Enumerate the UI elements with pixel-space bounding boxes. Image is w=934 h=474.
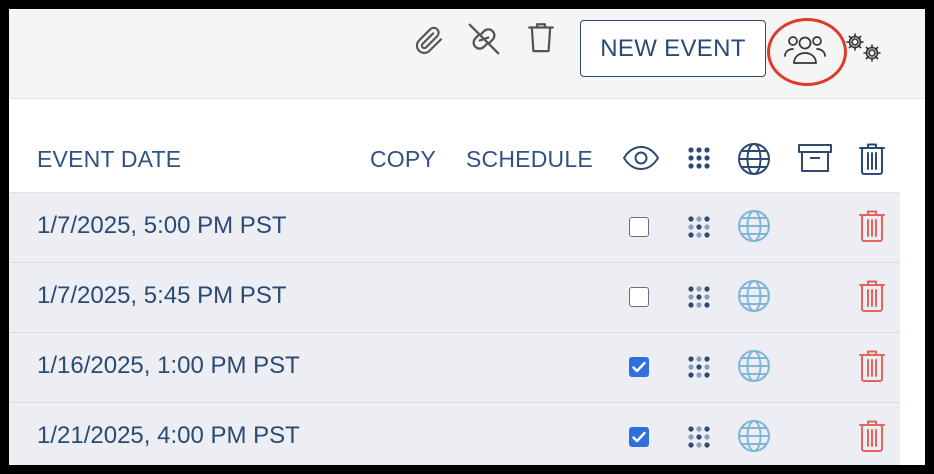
- schedule-checkbox[interactable]: [629, 357, 649, 377]
- paperclip-icon[interactable]: [413, 23, 445, 57]
- schedule-checkbox[interactable]: [629, 427, 649, 447]
- users-icon: [784, 36, 826, 64]
- app-window: NEW EVENT EVENT DATE COPY SCHEDULE 1/7/2…: [9, 9, 925, 465]
- events-table: EVENT DATE COPY SCHEDULE 1/7/2025, 5:00 …: [9, 99, 900, 465]
- delete-row-icon[interactable]: [858, 419, 886, 458]
- globe-icon[interactable]: [737, 209, 771, 248]
- drag-handle-icon[interactable]: [687, 425, 711, 454]
- table-row[interactable]: 1/21/2025, 4:00 PM PST: [9, 403, 900, 465]
- settings-icon[interactable]: [844, 31, 884, 65]
- drag-handle-icon[interactable]: [687, 215, 711, 244]
- event-date-cell[interactable]: 1/7/2025, 5:00 PM PST: [37, 212, 286, 240]
- archive-icon: [797, 142, 833, 179]
- drag-handle-icon[interactable]: [687, 285, 711, 314]
- users-button[interactable]: [767, 18, 847, 86]
- column-header-event-date[interactable]: EVENT DATE: [37, 146, 181, 173]
- column-header-copy[interactable]: COPY: [370, 146, 436, 173]
- trash-icon: [858, 142, 886, 181]
- drag-handle-icon[interactable]: [687, 355, 711, 384]
- new-event-button[interactable]: NEW EVENT: [580, 20, 766, 77]
- delete-row-icon[interactable]: [858, 209, 886, 248]
- table-row[interactable]: 1/7/2025, 5:00 PM PST: [9, 193, 900, 263]
- unlink-icon[interactable]: [464, 21, 504, 57]
- globe-icon[interactable]: [737, 349, 771, 388]
- table-header: EVENT DATE COPY SCHEDULE: [9, 99, 900, 193]
- table-row[interactable]: 1/16/2025, 1:00 PM PST: [9, 333, 900, 403]
- delete-row-icon[interactable]: [858, 279, 886, 318]
- eye-icon[interactable]: [622, 142, 660, 179]
- trash-icon[interactable]: [526, 21, 556, 55]
- schedule-checkbox[interactable]: [629, 287, 649, 307]
- event-date-cell[interactable]: 1/21/2025, 4:00 PM PST: [37, 422, 300, 450]
- event-date-cell[interactable]: 1/7/2025, 5:45 PM PST: [37, 282, 286, 310]
- globe-icon[interactable]: [737, 279, 771, 318]
- drag-grid-icon: [687, 146, 711, 175]
- column-header-schedule[interactable]: SCHEDULE: [466, 146, 593, 173]
- delete-row-icon[interactable]: [858, 349, 886, 388]
- globe-icon[interactable]: [737, 419, 771, 458]
- schedule-checkbox[interactable]: [629, 217, 649, 237]
- toolbar: NEW EVENT: [9, 9, 925, 99]
- globe-icon: [737, 142, 771, 181]
- event-date-cell[interactable]: 1/16/2025, 1:00 PM PST: [37, 352, 300, 380]
- table-row[interactable]: 1/7/2025, 5:45 PM PST: [9, 263, 900, 333]
